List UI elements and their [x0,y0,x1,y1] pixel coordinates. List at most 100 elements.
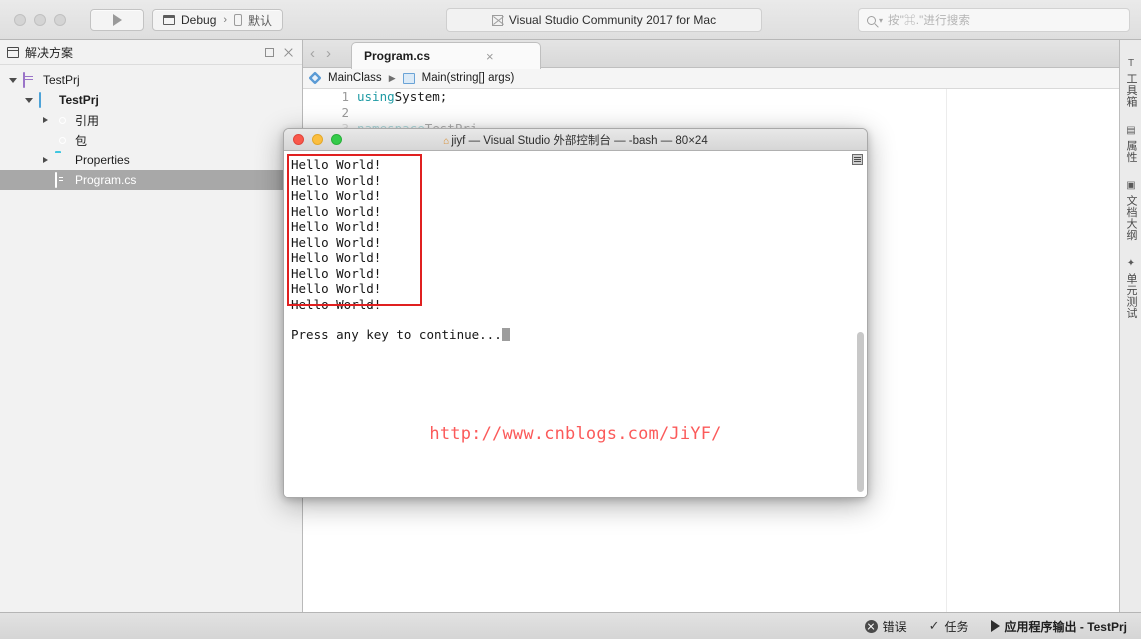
close-pad-button[interactable] [282,46,295,59]
breadcrumb-separator-icon: ▶ [388,72,396,83]
pad-tab-document-outline[interactable]: ▣ 文档大纲 [1120,172,1141,250]
class-icon [308,71,322,85]
status-output-label: 应用程序输出 - TestPrj [1004,619,1127,634]
status-errors[interactable]: 错误 [864,618,907,635]
breadcrumb-member[interactable]: Main(string[] args) [422,72,515,84]
tab-label: Program.cs [364,49,431,63]
visual-studio-mac-window: Debug › 默认 Visual Studio Community 2017 … [0,0,1141,639]
device-icon [234,14,243,26]
tree-item-packages[interactable]: 包 [0,130,302,150]
folder-icon [55,153,70,167]
maximize-window-button[interactable] [54,14,66,26]
status-errors-label: 错误 [882,619,907,634]
tree-item-project-testprj[interactable]: TestPrj [0,90,302,110]
configuration-selector[interactable]: Debug › 默认 [152,9,284,31]
disclosure-triangle[interactable] [40,157,50,163]
minimize-window-button[interactable] [34,14,46,26]
tree-item-solution-testprj[interactable]: TestPrj [0,70,302,90]
tree-item-label: TestPrj [59,93,99,107]
build-config-icon [163,15,175,25]
terminal-scrollbar-thumb[interactable] [857,332,864,492]
pad-tab-label: 属性 [1125,139,1137,163]
status-bar: 错误 ✓ 任务 应用程序输出 - TestPrj [0,612,1141,639]
tree-item-label: Properties [75,153,130,167]
visual-studio-icon [491,14,503,26]
tree-item-label: Program.cs [75,173,137,187]
tree-item-label: TestPrj [43,73,80,87]
pad-tab-label: 文档大纲 [1125,194,1137,241]
terminal-line: Hello World! [291,250,382,265]
solution-pad-header: 解决方案 [0,40,302,65]
terminal-settings-icon[interactable] [852,154,863,165]
code-line: 2 [303,105,1141,121]
watermark-url: http://www.cnblogs.com/JiYF/ [429,424,722,444]
editor-tab-strip: ‹ › Program.cs × [303,40,1141,69]
solution-pad-title: 解决方案 [25,45,74,60]
terminal-line: Hello World! [291,172,382,188]
packages-icon [55,133,70,147]
terminal-line: Hello World! [291,157,382,172]
tree-item-label: 引用 [75,113,100,128]
window-traffic-lights [14,14,66,26]
error-icon [864,619,878,633]
breadcrumb-class[interactable]: MainClass [328,72,382,84]
pin-pad-button[interactable] [263,46,276,59]
line-number: 1 [341,89,349,104]
terminal-output[interactable]: Hello World! Hello World! Hello World! H… [284,151,867,497]
title-bar: Debug › 默认 Visual Studio Community 2017 … [0,0,1141,40]
csharp-file-icon [55,172,70,188]
search-placeholder: 按"⌘."进行搜索 [888,15,971,27]
status-tasks-label: 任务 [944,619,969,634]
solution-pad-icon [7,46,19,58]
terminal-title-label: jiyf — Visual Studio 外部控制台 — -bash — 80×… [451,134,708,147]
chevron-down-icon: ▾ [879,15,884,25]
terminal-prompt-text: Press any key to continue... [291,327,502,342]
terminal-title-bar: ⌂ jiyf — Visual Studio 外部控制台 — -bash — 80… [284,129,867,151]
tree-item-label: 包 [75,133,88,148]
home-icon: ⌂ [443,135,450,147]
method-icon [402,72,415,84]
terminal-line: Hello World! [291,296,382,312]
terminal-scrollbar[interactable] [856,169,865,495]
search-field[interactable]: ▾ 按"⌘."进行搜索 [858,8,1130,32]
navigate-forward-icon[interactable]: › [326,46,331,61]
tree-item-properties[interactable]: Properties [0,150,302,170]
terminal-line: Hello World! [291,203,382,219]
solution-icon [23,72,38,88]
line-number: 2 [341,105,349,120]
pad-tab-toolbox[interactable]: T 工具箱 [1120,50,1141,117]
terminal-title-wrap: ⌂ jiyf — Visual Studio 外部控制台 — -bash — 80… [284,132,867,148]
pad-tab-label: 工具箱 [1125,73,1137,108]
close-icon[interactable]: × [486,50,494,63]
breadcrumb: MainClass ▶ Main(string[] args) [303,68,1141,89]
play-icon [990,620,1000,632]
pad-tab-properties[interactable]: ▤ 属性 [1120,117,1141,172]
run-button[interactable] [90,9,144,31]
status-application-output[interactable]: 应用程序输出 - TestPrj [990,618,1127,635]
terminal-prompt-line: Press any key to continue... [291,327,867,343]
code-line: 1 using System; [303,89,1141,105]
navigate-back-icon[interactable]: ‹ [310,46,315,61]
solution-tree: TestPrj TestPrj 引用 包 Properties Program.… [0,65,302,190]
pad-tab-label: 单元测试 [1125,272,1137,319]
tree-item-program-cs[interactable]: Program.cs [0,170,302,190]
close-window-button[interactable] [14,14,26,26]
tree-item-references[interactable]: 引用 [0,110,302,130]
toolbox-icon: T [1127,58,1135,69]
terminal-line: Hello World! [291,188,382,203]
disclosure-triangle[interactable] [24,97,34,103]
tab-program-cs[interactable]: Program.cs × [351,42,541,69]
application-title-label: Visual Studio Community 2017 for Mac [508,13,717,27]
terminal-line: Hello World! [291,265,382,281]
properties-icon: ▤ [1126,124,1136,136]
external-console-window[interactable]: ⌂ jiyf — Visual Studio 外部控制台 — -bash — 80… [283,128,868,498]
pin-icon [265,47,274,57]
pad-tab-unit-tests[interactable]: ✦ 单元测试 [1120,250,1141,328]
check-icon: ✓ [928,618,940,633]
code-text: System; [394,89,448,104]
disclosure-triangle[interactable] [8,77,18,83]
status-tasks[interactable]: ✓ 任务 [929,618,969,635]
unit-tests-icon: ✦ [1126,257,1136,269]
disclosure-triangle[interactable] [40,117,50,123]
search-icon [867,15,876,25]
